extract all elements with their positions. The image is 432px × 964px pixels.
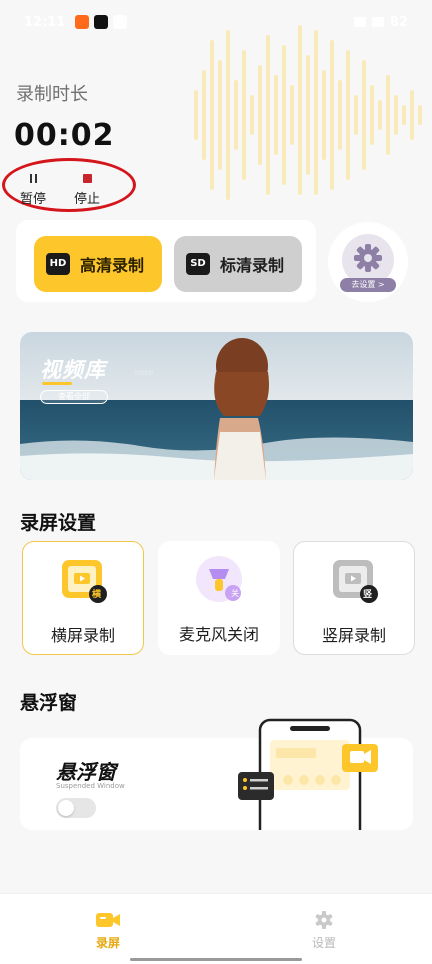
sd-record-button[interactable]: SD 标清录制	[174, 236, 302, 292]
notification-app-icon	[75, 15, 90, 29]
audio-waveform-graphic	[194, 25, 422, 200]
video-camera-icon	[96, 913, 120, 927]
pause-label: 暂停	[19, 192, 46, 207]
landscape-badge: 横	[92, 590, 102, 600]
video-library-banner[interactable]: 视频库 VIDEO 查看全部	[20, 332, 413, 480]
video-library-title: 视频库	[40, 358, 106, 382]
portrait-record-option[interactable]: 竖 竖屏录制	[293, 541, 415, 655]
landscape-record-label: 横屏录制	[50, 626, 115, 645]
go-settings-pill: 去设置 >	[340, 278, 396, 292]
screen-settings-title: 录屏设置	[20, 512, 97, 534]
stop-button[interactable]: 停止	[67, 172, 107, 207]
stop-icon	[82, 174, 92, 183]
video-library-subtitle: VIDEO	[134, 370, 154, 377]
nav-settings-tab[interactable]: 设置	[294, 910, 354, 951]
microphone-badge: 关	[231, 589, 239, 598]
nav-record-label: 录屏	[95, 936, 120, 950]
landscape-record-option[interactable]: 横 横屏录制	[22, 541, 144, 655]
microphone-label: 麦克风关闭	[178, 625, 259, 644]
sd-record-label: 标清录制	[220, 256, 285, 275]
toggle-knob	[58, 800, 74, 816]
message-icon	[113, 15, 128, 29]
recording-duration-label: 录制时长	[16, 84, 88, 105]
stop-label: 停止	[73, 192, 100, 207]
hd-record-button[interactable]: HD 高清录制	[34, 236, 162, 292]
floating-window-toggle[interactable]	[56, 798, 96, 818]
hd-record-label: 高清录制	[80, 256, 145, 275]
nav-record-tab[interactable]: 录屏	[78, 910, 138, 951]
floating-card-title: 悬浮窗	[56, 760, 116, 784]
floating-window-card: 悬浮窗 Suspended Window	[20, 718, 413, 830]
sd-badge: SD	[186, 253, 210, 275]
quality-settings-button[interactable]: 去设置 >	[328, 222, 408, 302]
pause-button[interactable]: 暂停	[13, 172, 53, 207]
tiktok-icon	[94, 15, 109, 29]
floating-card-subtitle: Suspended Window	[56, 782, 125, 790]
home-indicator[interactable]	[130, 958, 302, 961]
floating-window-illustration	[238, 718, 378, 830]
recording-duration-value: 00:02	[14, 118, 115, 153]
nav-settings-label: 设置	[311, 936, 336, 950]
quality-mode-card: HD 高清录制 SD 标清录制	[16, 220, 316, 302]
microphone-option[interactable]: 关 麦克风关闭	[158, 541, 280, 655]
status-time: 12:11	[24, 14, 66, 30]
floating-window-title: 悬浮窗	[20, 692, 78, 714]
title-accent-bar	[42, 382, 72, 385]
portrait-badge: 竖	[363, 590, 373, 600]
portrait-record-label: 竖屏录制	[321, 626, 386, 645]
settings-gear-icon	[315, 911, 333, 929]
bottom-nav: 录屏 设置	[0, 893, 432, 964]
hd-badge: HD	[46, 253, 70, 275]
view-all-button[interactable]: 查看全部	[40, 390, 108, 404]
pause-icon	[29, 174, 37, 183]
